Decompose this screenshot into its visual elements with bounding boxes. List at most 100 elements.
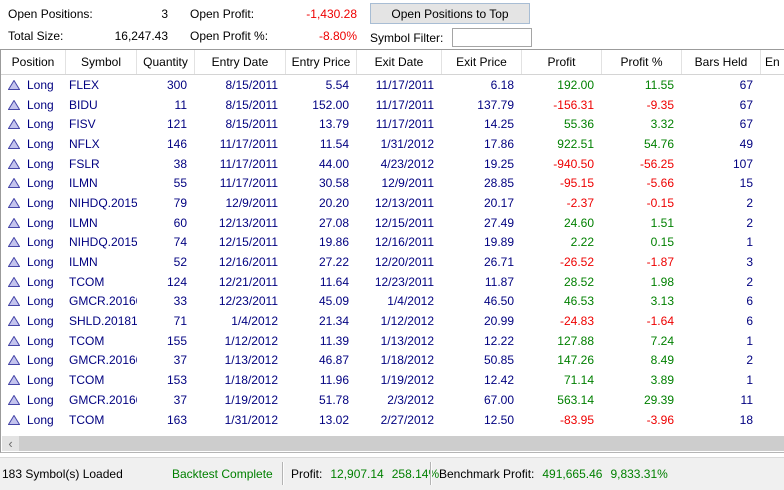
column-header-profit[interactable]: Profit % [602, 50, 682, 74]
backtest-status: Backtest Complete [172, 467, 273, 481]
cell-exit-price: 12.50 [442, 413, 522, 427]
scroll-left-button[interactable]: ‹ [2, 436, 19, 451]
cell-profit-pct: 3.13 [602, 294, 682, 308]
cell-quantity: 33 [137, 294, 195, 308]
cell-entry-date: 11/17/2011 [195, 157, 286, 171]
cell-position: Long [1, 334, 66, 348]
open-positions-to-top-button[interactable]: Open Positions to Top [370, 3, 530, 24]
table-row[interactable]: LongTCOM1531/18/201211.961/19/201212.427… [1, 370, 784, 390]
table-row[interactable]: LongSHLD.201810711/4/201221.341/12/20122… [1, 311, 784, 331]
cell-profit-pct: -1.87 [602, 255, 682, 269]
table-row[interactable]: LongILMN5511/17/201130.5812/9/201128.85-… [1, 173, 784, 193]
cell-exit-price: 12.22 [442, 334, 522, 348]
cell-entry-price: 51.78 [286, 393, 357, 407]
symbols-loaded-status: 183 Symbol(s) Loaded [2, 467, 123, 481]
cell-profit: 563.14 [522, 393, 602, 407]
table-row[interactable]: LongFISV1218/15/201113.7911/17/201114.25… [1, 114, 784, 134]
column-header-entry-date[interactable]: Entry Date [195, 50, 286, 74]
cell-bars-held: 1 [682, 373, 761, 387]
cell-exit-price: 26.71 [442, 255, 522, 269]
position-direction-label: Long [27, 235, 54, 249]
cell-bars-held: 1 [682, 334, 761, 348]
cell-profit: 127.88 [522, 334, 602, 348]
cell-position: Long [1, 137, 66, 151]
table-row[interactable]: LongGMCR.201603312/23/201145.091/4/20124… [1, 292, 784, 312]
cell-exit-price: 20.99 [442, 314, 522, 328]
cell-profit-pct: -56.25 [602, 157, 682, 171]
cell-profit: -940.50 [522, 157, 602, 171]
cell-bars-held: 2 [682, 196, 761, 210]
column-header-bars-held[interactable]: Bars Held [682, 50, 761, 74]
cell-profit: 192.00 [522, 78, 602, 92]
position-direction-label: Long [27, 314, 54, 328]
horizontal-scrollbar[interactable]: ‹ [2, 436, 784, 451]
cell-entry-price: 20.20 [286, 196, 357, 210]
long-triangle-up-icon [8, 316, 20, 326]
table-row[interactable]: LongGMCR.20160371/13/201246.871/18/20125… [1, 351, 784, 371]
long-triangle-up-icon [8, 237, 20, 247]
cell-quantity: 37 [137, 393, 195, 407]
table-row[interactable]: LongILMN5212/16/201127.2212/20/201126.71… [1, 252, 784, 272]
cell-profit: 71.14 [522, 373, 602, 387]
table-row[interactable]: LongTCOM1551/12/201211.391/13/201212.221… [1, 331, 784, 351]
cell-entry-date: 1/31/2012 [195, 413, 286, 427]
table-row[interactable]: LongGMCR.20160371/19/201251.782/3/201267… [1, 390, 784, 410]
cell-profit: 147.26 [522, 353, 602, 367]
cell-quantity: 153 [137, 373, 195, 387]
cell-exit-date: 2/3/2012 [357, 393, 442, 407]
position-direction-label: Long [27, 294, 54, 308]
scrollbar-thumb[interactable] [19, 436, 784, 451]
position-direction-label: Long [27, 176, 54, 190]
column-header-symbol[interactable]: Symbol [66, 50, 137, 74]
cell-entry-date: 12/13/2011 [195, 216, 286, 230]
table-row[interactable]: LongILMN6012/13/201127.0812/15/201127.49… [1, 213, 784, 233]
summary-panel: Open Positions: 3 Open Profit: -1,430.28… [0, 0, 784, 49]
table-row[interactable]: LongNIHDQ.201507912/9/201120.2012/13/201… [1, 193, 784, 213]
column-header-quantity[interactable]: Quantity [137, 50, 195, 74]
cell-exit-price: 28.85 [442, 176, 522, 190]
cell-profit: -2.37 [522, 196, 602, 210]
position-direction-label: Long [27, 393, 54, 407]
column-header-exit-price[interactable]: Exit Price [442, 50, 522, 74]
column-header-position[interactable]: Position [1, 50, 66, 74]
cell-position: Long [1, 255, 66, 269]
table-row[interactable]: LongBIDU118/15/2011152.0011/17/2011137.7… [1, 95, 784, 115]
cell-profit-pct: 1.51 [602, 216, 682, 230]
cell-profit-pct: 7.24 [602, 334, 682, 348]
cell-quantity: 300 [137, 78, 195, 92]
long-triangle-up-icon [8, 139, 20, 149]
cell-profit-pct: -3.96 [602, 413, 682, 427]
table-row[interactable]: LongFSLR3811/17/201144.004/23/201219.25-… [1, 154, 784, 174]
position-direction-label: Long [27, 373, 54, 387]
column-header-en[interactable]: En [761, 50, 784, 74]
cell-profit: -24.83 [522, 314, 602, 328]
table-row[interactable]: LongTCOM1631/31/201213.022/27/201212.50-… [1, 410, 784, 430]
table-row[interactable]: LongFLEX3008/15/20115.5411/17/20116.1819… [1, 75, 784, 95]
cell-entry-date: 12/16/2011 [195, 255, 286, 269]
backtest-trades-window: Open Positions: 3 Open Profit: -1,430.28… [0, 0, 784, 489]
cell-symbol: GMCR.20160 [66, 393, 137, 407]
long-triangle-up-icon [8, 100, 20, 110]
cell-position: Long [1, 413, 66, 427]
cell-exit-date: 1/31/2012 [357, 137, 442, 151]
cell-position: Long [1, 196, 66, 210]
table-row[interactable]: LongTCOM12412/21/201111.6412/23/201111.8… [1, 272, 784, 292]
cell-entry-price: 152.00 [286, 98, 357, 112]
table-row[interactable]: LongNIHDQ.201507412/15/201119.8612/16/20… [1, 233, 784, 253]
cell-quantity: 52 [137, 255, 195, 269]
column-header-profit[interactable]: Profit [522, 50, 602, 74]
open-profit-pct-value: -8.80% [247, 29, 357, 43]
table-row[interactable]: LongNFLX14611/17/201111.541/31/201217.86… [1, 134, 784, 154]
cell-position: Long [1, 353, 66, 367]
cell-entry-price: 5.54 [286, 78, 357, 92]
long-triangle-up-icon [8, 336, 20, 346]
position-direction-label: Long [27, 353, 54, 367]
long-triangle-up-icon [8, 159, 20, 169]
cell-symbol: TCOM [66, 373, 137, 387]
symbol-filter-input[interactable] [452, 28, 532, 47]
cell-exit-price: 20.17 [442, 196, 522, 210]
column-header-entry-price[interactable]: Entry Price [286, 50, 357, 74]
cell-quantity: 74 [137, 235, 195, 249]
cell-exit-date: 12/16/2011 [357, 235, 442, 249]
column-header-exit-date[interactable]: Exit Date [357, 50, 442, 74]
